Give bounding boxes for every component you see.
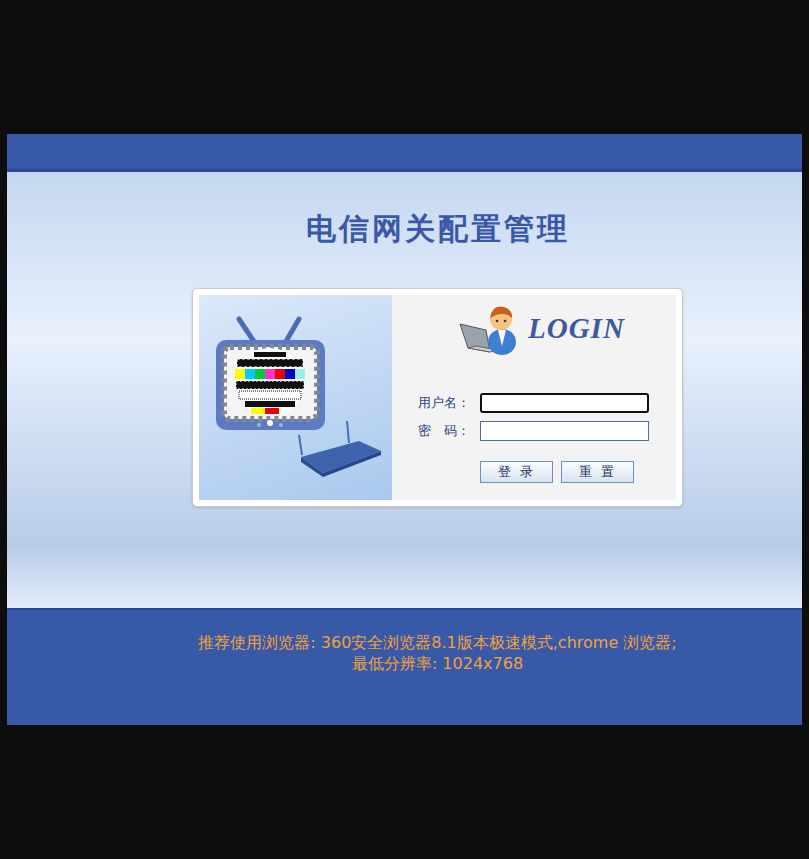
tv-router-icon xyxy=(199,295,392,500)
login-logo: LOGIN xyxy=(418,299,676,359)
reset-button[interactable]: 重 置 xyxy=(561,461,634,483)
header-bar xyxy=(7,134,802,172)
page: 电信网关配置管理 xyxy=(7,134,802,725)
field-label: 密 码： xyxy=(418,421,480,441)
login-heading: LOGIN xyxy=(528,307,625,351)
field-row: 密 码： xyxy=(418,421,676,441)
login-button[interactable]: 登 录 xyxy=(480,461,553,483)
user-laptop-icon xyxy=(458,302,520,356)
footer-line: 推荐使用浏览器: 360安全浏览器8.1版本极速模式,chrome 浏览器; xyxy=(192,632,683,653)
login-panel: LOGIN 用户名： 密 码： 登 录重 置 xyxy=(192,288,683,507)
field-row: 用户名： xyxy=(418,393,676,413)
illustration xyxy=(199,295,392,500)
footer-line: 最低分辨率: 1024x768 xyxy=(192,653,683,674)
footer-notes: 推荐使用浏览器: 360安全浏览器8.1版本极速模式,chrome 浏览器;最低… xyxy=(192,632,683,674)
field-list: 用户名： 密 码： xyxy=(418,393,676,441)
password-input[interactable] xyxy=(480,421,649,441)
login-form: LOGIN 用户名： 密 码： 登 录重 置 xyxy=(392,295,676,500)
footer: 推荐使用浏览器: 360安全浏览器8.1版本极速模式,chrome 浏览器;最低… xyxy=(7,608,802,725)
main-area: 电信网关配置管理 xyxy=(7,172,802,608)
page-title: 电信网关配置管理 xyxy=(192,210,683,248)
button-row: 登 录重 置 xyxy=(480,461,676,483)
username-input[interactable] xyxy=(480,393,649,413)
field-label: 用户名： xyxy=(418,393,480,413)
